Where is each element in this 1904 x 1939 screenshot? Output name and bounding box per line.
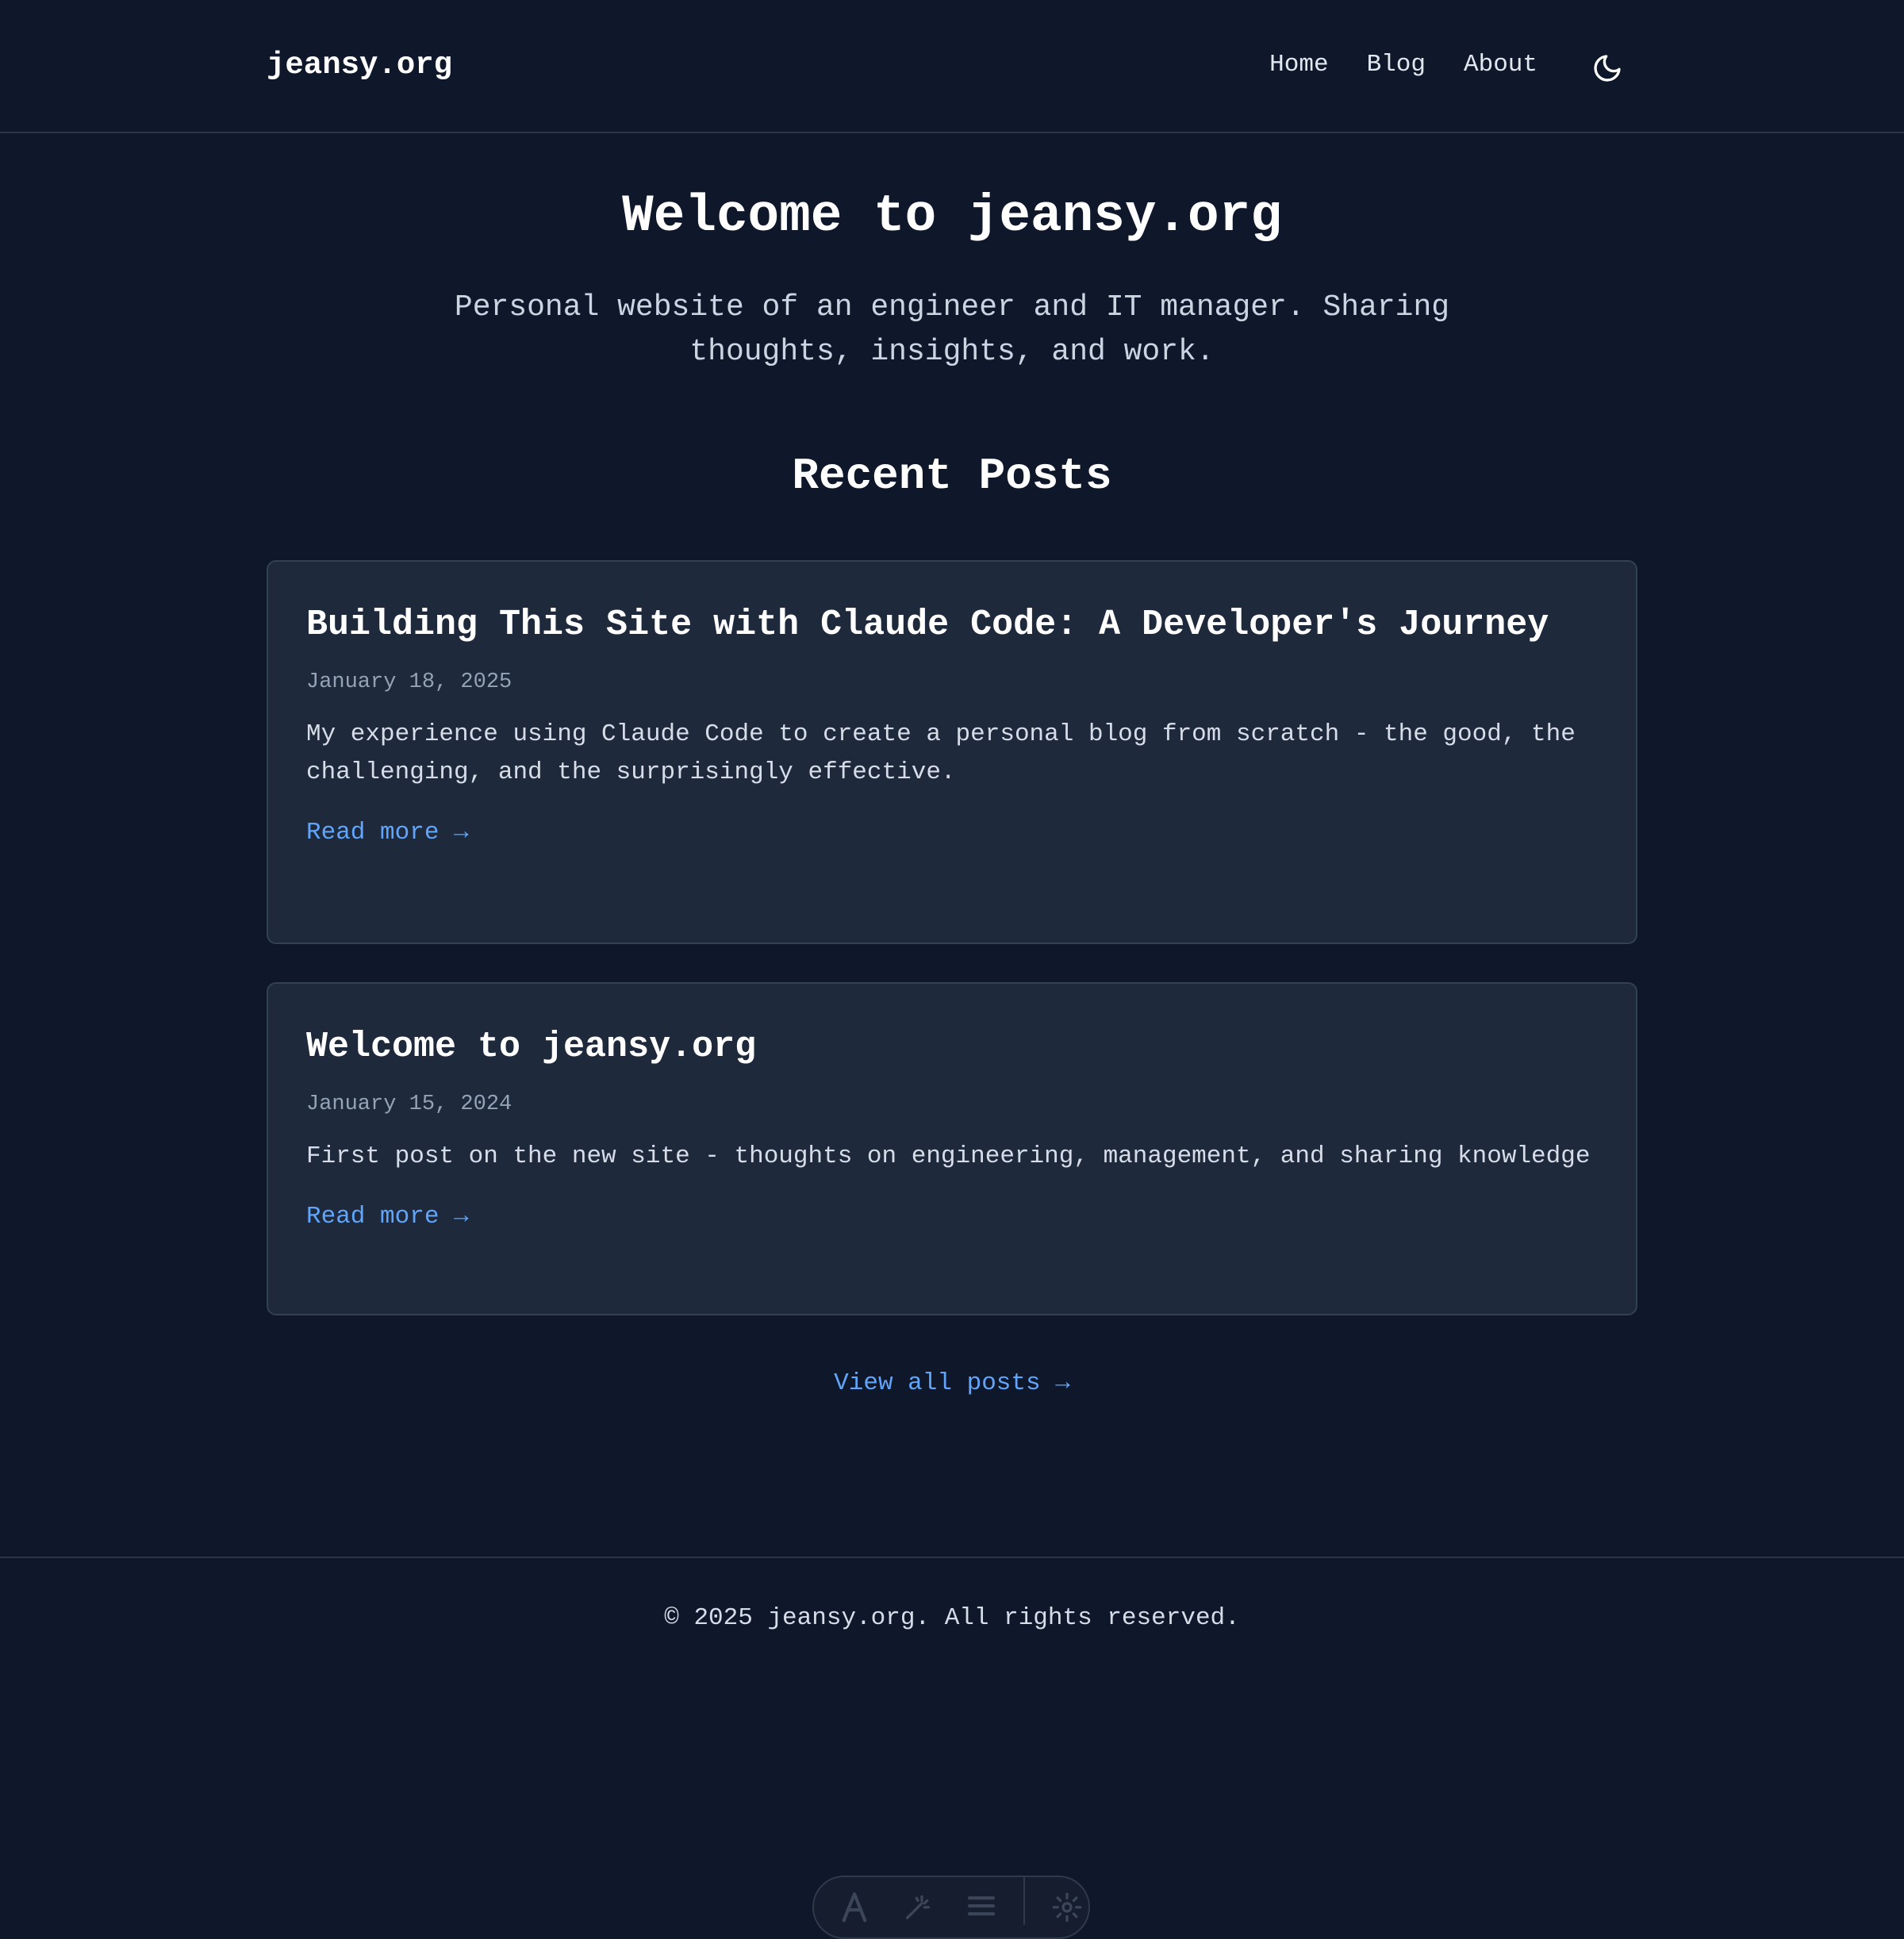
moon-icon — [1594, 55, 1621, 82]
post-card: Building This Site with Claude Code: A D… — [267, 560, 1637, 944]
main-nav: Home Blog About — [1269, 46, 1537, 84]
post-title[interactable]: Building This Site with Claude Code: A D… — [306, 600, 1598, 651]
post-excerpt: My experience using Claude Code to creat… — [306, 720, 1576, 786]
post-date: January 15, 2024 — [306, 1092, 512, 1116]
copyright-text: © 2025 jeansy.org. All rights reserved. — [664, 1604, 1240, 1632]
nav-about[interactable]: About — [1464, 46, 1537, 84]
read-more-link[interactable]: Read more → — [306, 816, 469, 850]
magic-icon[interactable] — [896, 1891, 939, 1923]
floating-toolbar — [812, 1876, 1090, 1939]
theme-toggle-button[interactable] — [1588, 49, 1626, 87]
site-header: jeansy.org Home Blog About — [0, 0, 1904, 133]
view-all-posts-link[interactable]: View all posts → — [0, 1365, 1904, 1403]
nav-home[interactable]: Home — [1269, 46, 1328, 84]
hero-title: Welcome to jeansy.org — [622, 186, 1282, 246]
post-excerpt: First post on the new site - thoughts on… — [306, 1142, 1591, 1170]
post-card: Welcome to jeansy.org January 15, 2024 F… — [267, 982, 1637, 1315]
nav-blog[interactable]: Blog — [1367, 46, 1426, 84]
site-logo[interactable]: jeansy.org — [267, 46, 452, 84]
text-icon[interactable] — [833, 1891, 876, 1923]
settings-icon[interactable] — [1046, 1891, 1088, 1923]
post-date: January 18, 2025 — [306, 670, 512, 694]
toolbar-divider — [1023, 1877, 1025, 1925]
align-icon[interactable] — [960, 1891, 1003, 1923]
read-more-link[interactable]: Read more → — [306, 1200, 469, 1234]
site-footer: © 2025 jeansy.org. All rights reserved. — [0, 1557, 1904, 1636]
hero-subtitle: Personal website of an engineer and IT m… — [454, 290, 1450, 369]
recent-posts-title: Recent Posts — [792, 451, 1112, 501]
post-title[interactable]: Welcome to jeansy.org — [306, 1022, 1598, 1073]
